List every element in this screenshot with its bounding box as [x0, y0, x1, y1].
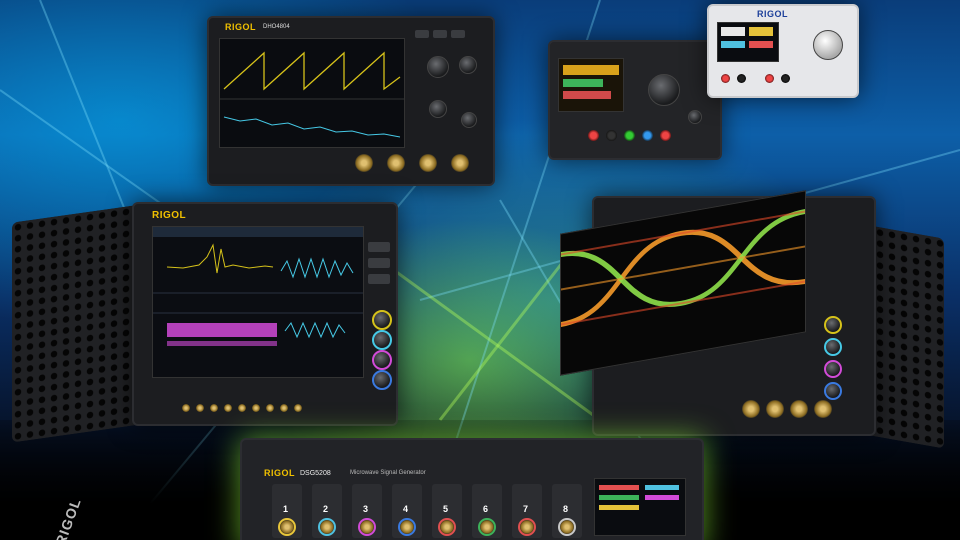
brand-logo: RIGOL: [264, 468, 295, 478]
channel-number: 4: [403, 504, 409, 514]
bnc-connector-row: [238, 404, 246, 412]
oscilloscope-top: RIGOL DHO4804: [207, 16, 495, 186]
oscilloscope-top-button: [415, 30, 429, 38]
brand-logo: RIGOL: [757, 9, 788, 19]
microwave-signal-generator: RIGOL DSG5208 Microwave Signal Generator…: [240, 418, 704, 540]
oscilloscope-top-knob: [459, 56, 477, 74]
oscilloscope-right-knob: [824, 338, 842, 356]
oscilloscope-right: [552, 186, 948, 449]
terminal: [660, 130, 671, 141]
dc-load-small-knob: [688, 110, 702, 124]
bnc-connector-row: [182, 404, 190, 412]
oscilloscope-top-button: [451, 30, 465, 38]
oscilloscope-left-button: [368, 258, 390, 268]
dc-load-readout: [563, 65, 619, 99]
channel-output-1: 1: [272, 484, 302, 538]
bnc-connector-row: [224, 404, 232, 412]
oscilloscope-right-knob: [824, 360, 842, 378]
channel-output-2: 2: [312, 484, 342, 538]
oscilloscope-left: RIGOL RIGOL: [12, 182, 398, 540]
channel-number: 8: [563, 504, 569, 514]
terminal: [588, 130, 599, 141]
bnc-connector-row: [196, 404, 204, 412]
channel-output-5: 5: [432, 484, 462, 538]
bnc-connector-row: [252, 404, 260, 412]
bnc-connector: [419, 154, 437, 172]
bnc-connector-row: [210, 404, 218, 412]
oscilloscope-right-knob: [824, 316, 842, 334]
bnc-connector-row: [294, 404, 302, 412]
channel-number: 7: [523, 504, 529, 514]
bnc-connector: [387, 154, 405, 172]
oscilloscope-left-knob: [372, 370, 392, 390]
channel-number: 2: [323, 504, 329, 514]
subtitle-label: Microwave Signal Generator: [350, 470, 426, 476]
terminal: [781, 74, 790, 83]
channel-output-7: 7: [512, 484, 542, 538]
sawtooth-waveform: [220, 51, 404, 138]
channel-connector: [518, 518, 536, 536]
oscilloscope-top-knob: [461, 112, 477, 128]
model-label: DHO4804: [263, 24, 290, 30]
channel-connector: [558, 518, 576, 536]
channel-output-4: 4: [392, 484, 422, 538]
oscilloscope-left-knob: [372, 310, 392, 330]
dc-load-screen: [558, 58, 624, 112]
channel-number: 1: [283, 504, 289, 514]
programmable-power-supply: RIGOL: [707, 4, 859, 100]
multi-channel-waveforms: [153, 227, 363, 346]
channel-connector: [438, 518, 456, 536]
bnc-connector-row: [280, 404, 288, 412]
bnc-connector: [742, 400, 760, 418]
bnc-connector-row: [266, 404, 274, 412]
channel-connector: [398, 518, 416, 536]
oscilloscope-top-button: [433, 30, 447, 38]
power-supply-knob: [813, 30, 843, 60]
channel-connector: [278, 518, 296, 536]
model-label: DSG5208: [300, 470, 331, 477]
channel-connector: [358, 518, 376, 536]
bnc-connector: [766, 400, 784, 418]
bnc-connector: [814, 400, 832, 418]
oscilloscope-left-knob: [372, 330, 392, 350]
oscilloscope-top-screen: [219, 38, 405, 148]
bnc-connector: [355, 154, 373, 172]
channel-number: 5: [443, 504, 449, 514]
channel-number: 6: [483, 504, 489, 514]
oscilloscope-right-knob: [824, 382, 842, 400]
channel-connector: [478, 518, 496, 536]
channel-output-3: 3: [352, 484, 382, 538]
power-supply-screen: [717, 22, 779, 62]
signal-generator-readout: [599, 485, 679, 510]
oscilloscope-left-button: [368, 274, 390, 284]
terminal: [606, 130, 617, 141]
dc-electronic-load: [548, 40, 723, 160]
product-composite-scene: RIGOL DHO4804 RIGOL RIGOL RIGOL RIGOL DS…: [0, 0, 960, 540]
oscilloscope-left-button: [368, 242, 390, 252]
dc-load-knob: [648, 74, 680, 106]
oscilloscope-top-knob: [427, 56, 449, 78]
brand-logo: RIGOL: [152, 210, 187, 221]
brand-logo: RIGOL: [225, 22, 256, 32]
bnc-connector: [451, 154, 469, 172]
signal-generator-screen: [594, 478, 686, 536]
terminal: [624, 130, 635, 141]
oscilloscope-left-screen: [152, 226, 364, 378]
channel-output-6: 6: [472, 484, 502, 538]
terminal: [721, 74, 730, 83]
terminal: [765, 74, 774, 83]
terminal: [737, 74, 746, 83]
channel-output-8: 8: [552, 484, 582, 538]
power-supply-readout: [721, 27, 773, 48]
bnc-connector: [790, 400, 808, 418]
oscilloscope-left-knob: [372, 350, 392, 370]
channel-number: 3: [363, 504, 369, 514]
channel-outputs: 1 2 3 4 5 6 7 8: [272, 484, 592, 540]
oscilloscope-top-knob: [429, 100, 447, 118]
channel-connector: [318, 518, 336, 536]
terminal: [642, 130, 653, 141]
